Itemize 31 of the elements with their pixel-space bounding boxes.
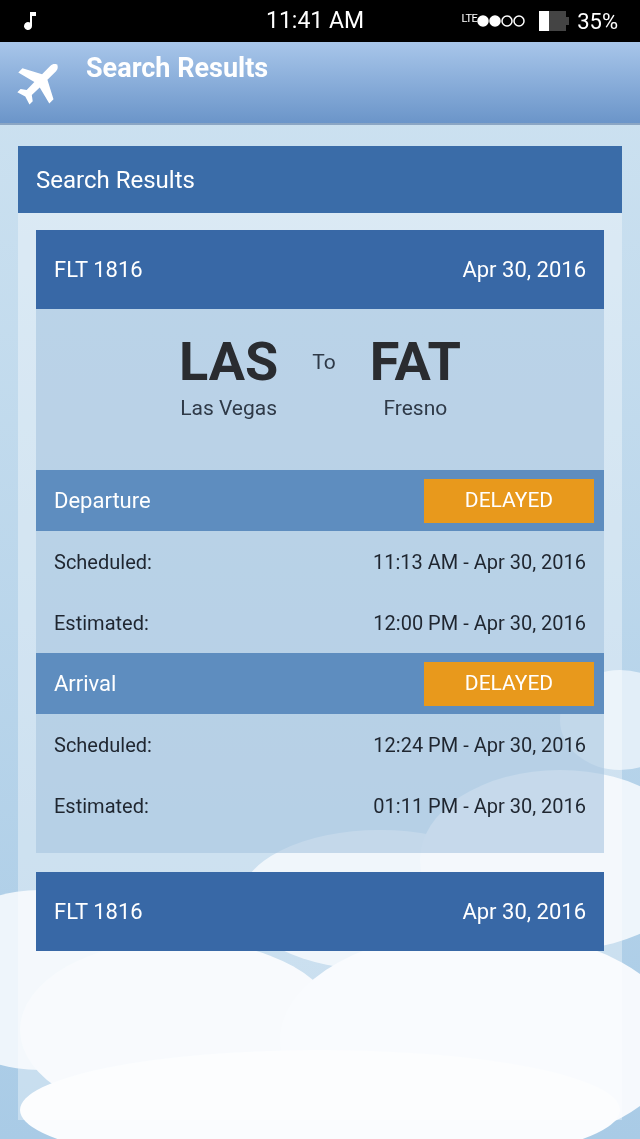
time-value: 11:13 AM - Apr 30, 2016 [372,548,586,576]
city-name: Las Vegas [180,395,278,422]
time-label: Estimated: [54,792,149,820]
music-note-icon [22,11,38,31]
time-label: Estimated: [54,609,149,637]
panel-title: Search Results [36,164,195,196]
flight-number: FLT 1816 [54,898,143,926]
section-title: Departure [54,487,151,515]
time-label: Scheduled: [54,731,152,759]
to-label: To [312,349,336,376]
section-title: Arrival [54,670,117,698]
battery-level: 35% [577,7,618,36]
status-badge: DELAYED [424,478,594,523]
time-value: 01:11 PM - Apr 30, 2016 [373,792,586,820]
app-title: Search Results [86,51,269,86]
flight-date: Apr 30, 2016 [462,898,586,926]
signal-icon [477,14,526,28]
status-badge: DELAYED [424,661,594,706]
airport-code: LAS [179,331,279,393]
battery-icon [539,11,570,31]
time-label: Scheduled: [54,548,152,576]
time-value: 12:24 PM - Apr 30, 2016 [373,731,586,759]
airport-code: FAT [369,331,461,393]
flight-date: Apr 30, 2016 [462,256,586,284]
clock: 11:41 AM [266,5,365,36]
flight-header[interactable]: FLT 1816 Apr 30, 2016 [36,230,604,309]
network-type: LTE [461,10,478,27]
time-value: 12:00 PM - Apr 30, 2016 [373,609,586,637]
flight-number: FLT 1816 [54,256,143,284]
flight-header[interactable]: FLT 1816 Apr 30, 2016 [36,872,604,951]
city-name: Fresno [383,395,448,422]
